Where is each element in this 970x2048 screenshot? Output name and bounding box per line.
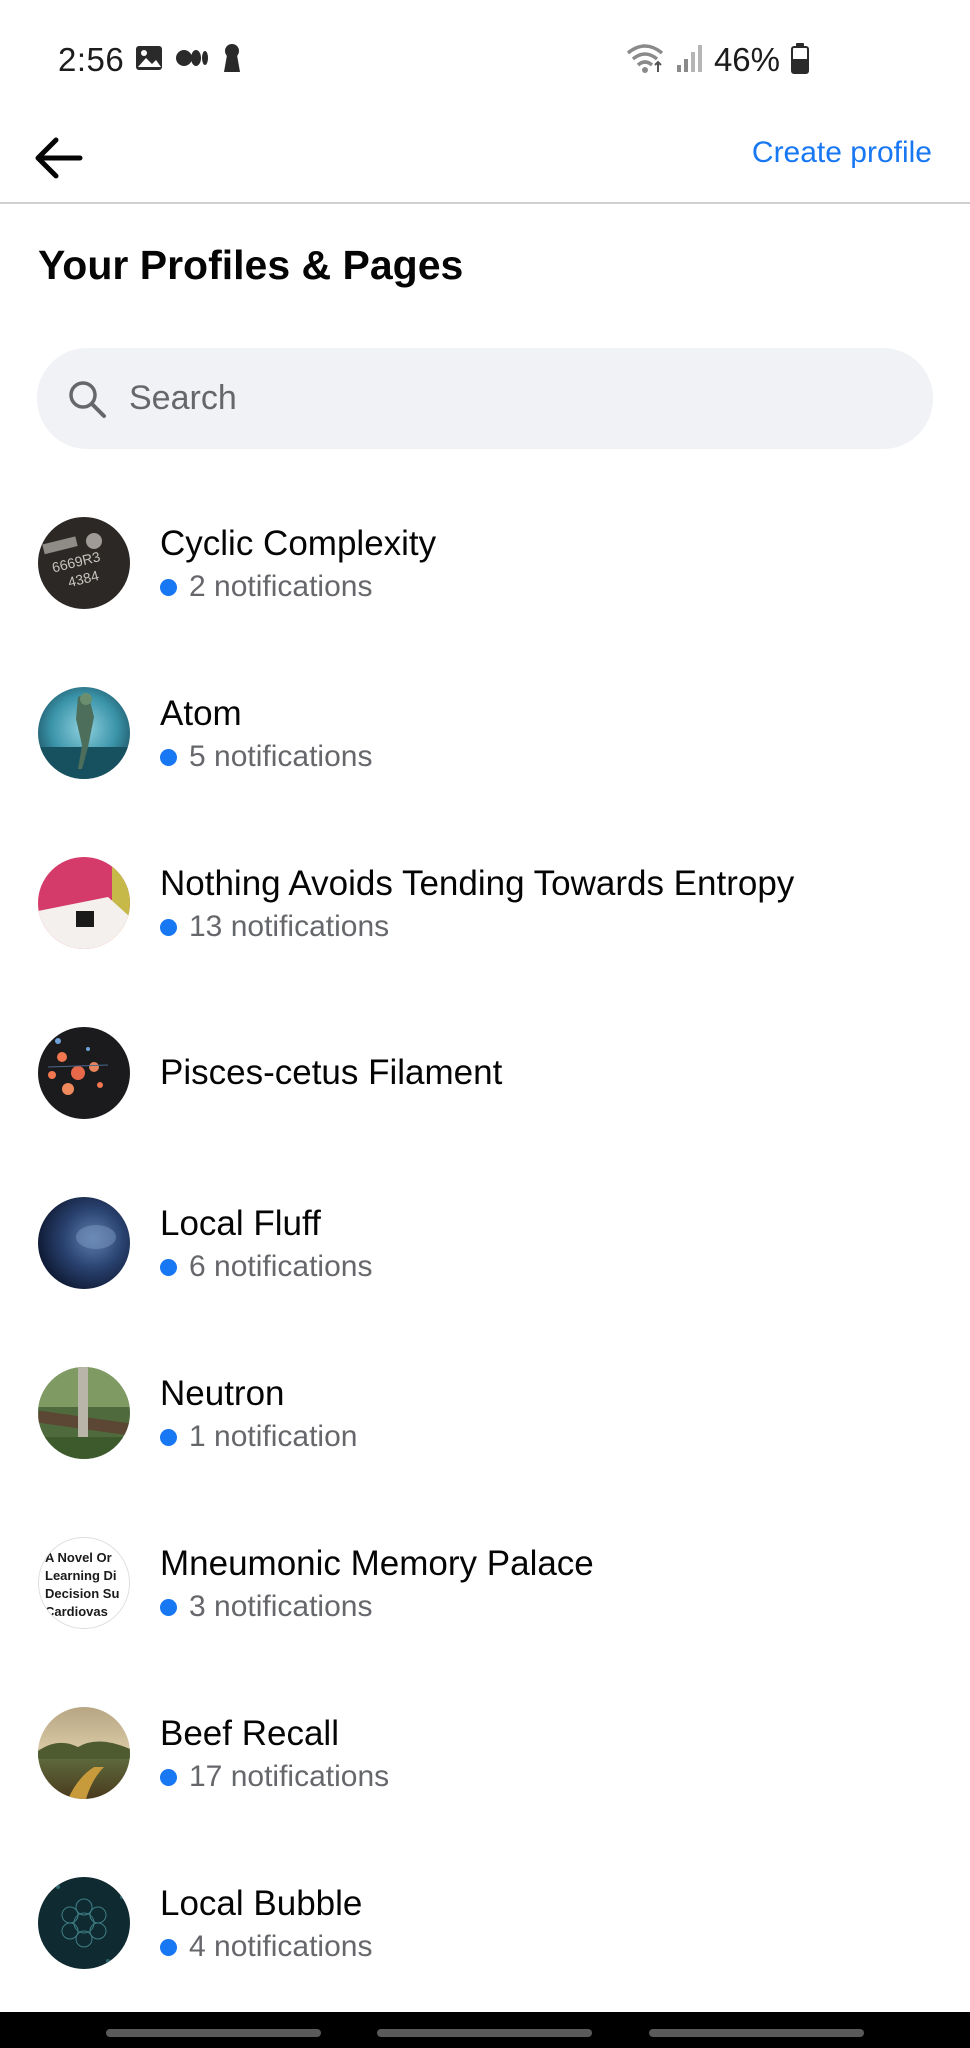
notification-dot	[160, 1258, 177, 1276]
profile-name: Nothing Avoids Tending Towards Entropy	[160, 864, 795, 903]
back-arrow-icon	[35, 137, 83, 179]
profile-name: Neutron	[160, 1374, 285, 1413]
notification-text: 3 notifications	[189, 1590, 373, 1623]
avatar: 6669R3 4384	[38, 517, 130, 609]
media-icon	[174, 43, 210, 78]
notification-count: 2 notifications	[160, 570, 436, 604]
notification-count: 17 notifications	[160, 1760, 389, 1794]
nav-handle-left[interactable]	[106, 2029, 321, 2037]
avatar	[38, 1877, 130, 1969]
notification-text: 6 notifications	[189, 1250, 373, 1283]
notification-text: 13 notifications	[189, 910, 390, 943]
profile-list: 6669R3 4384 Cyclic Complexity 2 notifica…	[0, 478, 970, 2008]
avatar: A Novel Or Learning Di Decision Su Cardi…	[38, 1537, 130, 1629]
profile-name: Cyclic Complexity	[160, 524, 437, 563]
notification-text: 17 notifications	[189, 1760, 390, 1793]
notification-dot	[160, 1598, 177, 1616]
notification-count: 4 notifications	[160, 1930, 372, 1964]
profile-name: Beef Recall	[160, 1714, 339, 1753]
profile-item-beef-recall[interactable]: Beef Recall 17 notifications	[0, 1668, 970, 1838]
profile-item-local-fluff[interactable]: Local Fluff 6 notifications	[0, 1158, 970, 1328]
notification-text: 2 notifications	[189, 570, 373, 603]
notification-text: 5 notifications	[189, 740, 373, 773]
profile-name: Local Bubble	[160, 1884, 363, 1923]
notification-count: 13 notifications	[160, 910, 794, 944]
create-profile-link[interactable]: Create profile	[752, 136, 932, 170]
notification-dot	[160, 1938, 177, 1956]
profile-item-nothing-avoids-entropy[interactable]: Nothing Avoids Tending Towards Entropy 1…	[0, 818, 970, 988]
notification-dot	[160, 748, 177, 766]
page-title: Your Profiles & Pages	[38, 242, 464, 288]
gallery-icon	[134, 43, 164, 78]
notification-text: 4 notifications	[189, 1930, 373, 1963]
profile-item-local-bubble[interactable]: Local Bubble 4 notifications	[0, 1838, 970, 2008]
notification-dot	[160, 578, 177, 596]
profile-item-cyclic-complexity[interactable]: 6669R3 4384 Cyclic Complexity 2 notifica…	[0, 478, 970, 648]
notification-count: 5 notifications	[160, 740, 372, 774]
profile-item-neutron[interactable]: Neutron 1 notification	[0, 1328, 970, 1498]
profile-item-mneumonic-memory-palace[interactable]: A Novel Or Learning Di Decision Su Cardi…	[0, 1498, 970, 1668]
avatar-text-line2: Learning Di	[45, 1568, 117, 1583]
search-bar[interactable]	[37, 348, 933, 449]
notification-text: 1 notification	[189, 1420, 358, 1453]
status-right: 46%	[626, 41, 810, 79]
avatar	[38, 1367, 130, 1459]
avatar	[38, 857, 130, 949]
wifi-icon	[626, 42, 666, 79]
profile-item-pisces-cetus-filament[interactable]: Pisces-cetus Filament	[0, 988, 970, 1158]
notification-dot	[160, 1428, 177, 1446]
status-bar: 2:56 46%	[0, 0, 970, 120]
system-nav-bar	[0, 2012, 970, 2048]
keyhole-icon	[220, 42, 244, 79]
status-left: 2:56	[58, 41, 244, 79]
nav-handle-right[interactable]	[649, 2029, 864, 2037]
battery-icon	[790, 42, 810, 79]
nav-handle-center[interactable]	[377, 2029, 592, 2037]
avatar-text-line4: Cardiovas	[45, 1604, 108, 1619]
avatar-text-line1: A Novel Or	[45, 1550, 112, 1565]
signal-icon	[676, 43, 704, 78]
profile-name: Mneumonic Memory Palace	[160, 1544, 594, 1583]
top-app-bar: Create profile	[0, 120, 970, 204]
notification-dot	[160, 1768, 177, 1786]
notification-count: 3 notifications	[160, 1590, 594, 1624]
notification-dot	[160, 918, 177, 936]
avatar	[38, 1027, 130, 1119]
back-button[interactable]	[28, 128, 88, 188]
profile-item-atom[interactable]: Atom 5 notifications	[0, 648, 970, 818]
avatar	[38, 1707, 130, 1799]
notification-count: 1 notification	[160, 1420, 357, 1454]
profile-name: Pisces-cetus Filament	[160, 1053, 503, 1092]
search-input[interactable]	[129, 379, 889, 418]
status-time: 2:56	[58, 41, 125, 78]
battery-percent: 46%	[713, 41, 780, 78]
avatar-text-line3: Decision Su	[45, 1586, 119, 1601]
avatar	[38, 1197, 130, 1289]
profile-name: Local Fluff	[160, 1204, 321, 1243]
profile-name: Atom	[160, 694, 242, 733]
avatar	[38, 687, 130, 779]
search-icon	[69, 380, 106, 418]
notification-count: 6 notifications	[160, 1250, 372, 1284]
